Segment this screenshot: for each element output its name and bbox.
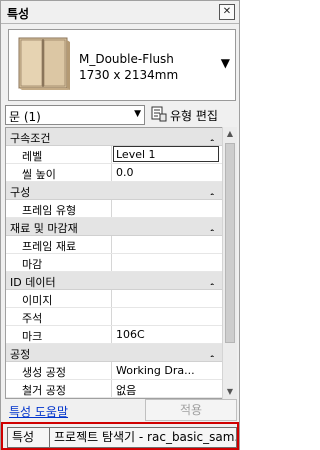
group-title: ID 데이터 xyxy=(10,276,56,289)
property-value[interactable]: Level 1 xyxy=(116,148,216,161)
property-row-phase-created[interactable]: 생성 공정 Working Dra... xyxy=(6,362,222,380)
property-row-finish[interactable]: 마감 xyxy=(6,254,222,272)
property-value[interactable]: Working Dra... xyxy=(116,364,216,377)
dropdown-arrow-icon[interactable]: ▼ xyxy=(221,56,230,70)
properties-grid: 구속조건 ꞈ 레벨 Level 1 씰 높이 0.0 구성 ꞈ 프레임 유형 재… xyxy=(5,127,223,399)
scrollbar-thumb[interactable] xyxy=(225,143,235,343)
property-name: 마감 xyxy=(6,254,112,271)
property-name: 마크 xyxy=(6,326,112,343)
property-row-mark[interactable]: 마크 106C xyxy=(6,326,222,344)
property-value[interactable]: 0.0 xyxy=(116,166,216,179)
group-title: 구성 xyxy=(10,186,31,199)
property-row-frame-material[interactable]: 프레임 재료 xyxy=(6,236,222,254)
palette-titlebar[interactable]: 특성 ✕ xyxy=(1,1,239,24)
chevron-down-icon[interactable]: ▼ xyxy=(134,109,141,119)
property-row-level[interactable]: 레벨 Level 1 xyxy=(6,146,222,164)
property-row-frame-type[interactable]: 프레임 유형 xyxy=(6,200,222,218)
edit-type-icon xyxy=(151,106,167,122)
property-name: 프레임 재료 xyxy=(6,236,112,253)
tab-properties[interactable]: 특성 xyxy=(7,427,51,448)
property-name: 주석 xyxy=(6,308,112,325)
collapse-chevron-icon[interactable]: ꞈ xyxy=(210,273,214,286)
filter-value: 문 (1) xyxy=(9,110,41,124)
group-title: 구속조건 xyxy=(10,132,51,145)
property-row-image[interactable]: 이미지 xyxy=(6,290,222,308)
type-family-name: M_Double-Flush xyxy=(79,52,174,66)
property-name: 생성 공정 xyxy=(6,362,112,379)
properties-help-link[interactable]: 특성 도움말 xyxy=(9,403,68,420)
palette-tab-bar: 특성 프로젝트 탐색기 - rac_basic_sam... xyxy=(1,422,239,450)
group-header-materials[interactable]: 재료 및 마감재 ꞈ xyxy=(6,218,222,236)
group-header-constraints[interactable]: 구속조건 ꞈ xyxy=(6,128,222,146)
group-header-identity-data[interactable]: ID 데이터 ꞈ xyxy=(6,272,222,290)
close-icon[interactable]: ✕ xyxy=(219,4,235,20)
group-title: 재료 및 마감재 xyxy=(10,222,78,235)
edit-type-label: 유형 편집 xyxy=(170,109,218,123)
property-name: 레벨 xyxy=(6,146,112,163)
edit-type-button[interactable]: 유형 편집 xyxy=(151,105,237,123)
collapse-chevron-icon[interactable]: ꞈ xyxy=(210,219,214,232)
collapse-chevron-icon[interactable]: ꞈ xyxy=(210,345,214,358)
scroll-up-arrow-icon[interactable]: ▲ xyxy=(223,127,237,141)
tab-project-browser[interactable]: 프로젝트 탐색기 - rac_basic_sam... xyxy=(49,427,237,448)
group-header-phasing[interactable]: 공정 ꞈ xyxy=(6,344,222,362)
properties-scrollbar[interactable]: ▲ ▼ xyxy=(222,127,237,399)
property-name: 씰 높이 xyxy=(6,164,112,181)
property-value[interactable]: 없음 xyxy=(116,382,216,398)
type-dimensions: 1730 x 2134mm xyxy=(79,68,179,82)
property-name: 프레임 유형 xyxy=(6,200,112,217)
collapse-chevron-icon[interactable]: ꞈ xyxy=(210,129,214,142)
group-header-construction[interactable]: 구성 ꞈ xyxy=(6,182,222,200)
properties-palette: 특성 ✕ M_Double-Flush 1730 x 2134mm ▼ 문 (1… xyxy=(0,0,240,450)
group-title: 공정 xyxy=(10,348,31,361)
apply-button[interactable]: 적용 xyxy=(145,399,237,421)
property-row-comments[interactable]: 주석 xyxy=(6,308,222,326)
scroll-down-arrow-icon[interactable]: ▼ xyxy=(223,385,237,399)
door-thumbnail-icon xyxy=(18,37,70,90)
instance-filter-dropdown[interactable]: 문 (1) ▼ xyxy=(5,105,145,125)
collapse-chevron-icon[interactable]: ꞈ xyxy=(210,183,214,196)
property-row-phase-demolished[interactable]: 철거 공정 없음 xyxy=(6,380,222,398)
type-selector[interactable]: M_Double-Flush 1730 x 2134mm ▼ xyxy=(8,29,236,101)
property-row-sill-height[interactable]: 씰 높이 0.0 xyxy=(6,164,222,182)
property-name: 이미지 xyxy=(6,290,112,307)
property-name: 철거 공정 xyxy=(6,380,112,397)
palette-title: 특성 xyxy=(7,7,30,21)
property-value[interactable]: 106C xyxy=(116,328,216,341)
